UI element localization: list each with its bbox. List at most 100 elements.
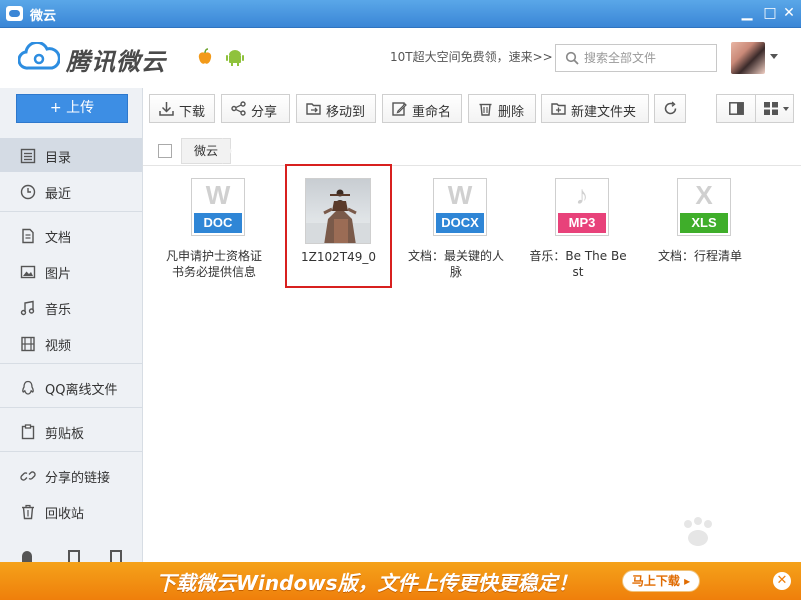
app-header: 腾讯微云 10T超大空间免费领，速来>> (0, 28, 801, 88)
sidebar-item-directory[interactable]: 目录 (0, 138, 142, 172)
file-name: 1Z102T49_0 (301, 250, 376, 264)
toolbar: 下载 分享 移动到 重命名 删除 新建文件夹 (143, 88, 801, 132)
baidu-watermark-icon (684, 517, 712, 546)
sidebar-item-label: 目录 (45, 151, 72, 166)
download-promo-banner: 下载微云Windows版，文件上传更快更稳定！ 马上下载 ▸ ✕ (0, 562, 801, 600)
close-icon[interactable]: ✕ (773, 572, 791, 590)
android-icon[interactable] (20, 550, 34, 562)
cloud-app-icon (6, 6, 23, 21)
breadcrumb-separator (222, 138, 232, 164)
download-button[interactable]: 下载 (149, 94, 215, 123)
sidebar-item-label: QQ离线文件 (45, 383, 118, 398)
select-all-checkbox[interactable] (158, 144, 172, 158)
android-icon[interactable] (226, 48, 244, 66)
download-icon (159, 102, 174, 116)
apple-icon[interactable] (196, 48, 214, 66)
file-name: 凡申请护士资格证书务必提供信息 (165, 249, 262, 279)
download-now-button[interactable]: 马上下载 ▸ (622, 570, 700, 592)
move-to-button[interactable]: 移动到 (296, 94, 376, 123)
share-label: 分享 (251, 105, 278, 120)
doc-file-icon: W DOC (191, 178, 245, 238)
sidebar-item-clipboard[interactable]: 剪贴板 (0, 414, 142, 448)
sidebar-item-label: 图片 (45, 267, 72, 282)
pencil-icon (392, 102, 407, 116)
rename-button[interactable]: 重命名 (382, 94, 462, 123)
file-name: 文档：行程清单 (657, 249, 742, 263)
new-folder-label: 新建文件夹 (571, 105, 637, 120)
file-name: 文档：最关键的人脉 (407, 249, 504, 279)
user-avatar[interactable] (731, 42, 765, 74)
photo-content (306, 189, 370, 243)
device-icons (0, 550, 142, 562)
minimize-button[interactable]: ▁ (736, 3, 758, 23)
delete-label: 删除 (498, 105, 525, 120)
window-title: 微云 (30, 9, 57, 24)
word-glyph: W (205, 180, 231, 210)
sidebar-item-images[interactable]: 图片 (0, 254, 142, 288)
music-icon (20, 300, 35, 316)
search-box[interactable] (555, 44, 717, 72)
music-note-icon: ♪ (575, 180, 589, 210)
free-space-promo-link[interactable]: 10T超大空间免费领，速来>> (390, 48, 553, 65)
close-button[interactable]: ✕ (778, 3, 800, 23)
move-to-label: 移动到 (326, 105, 366, 120)
title-bar: 微云 ▁ □ ✕ (0, 0, 801, 28)
sidebar: + 上传 目录 最近 文档 图片 音乐 视频 QQ离线文件 剪贴板 分享的链接 (0, 88, 143, 562)
sidebar-item-label: 分享的链接 (45, 471, 111, 486)
search-input[interactable] (584, 49, 712, 67)
chevron-down-icon[interactable] (770, 54, 778, 59)
upload-button[interactable]: + 上传 (16, 94, 128, 123)
sidebar-item-label: 文档 (45, 231, 72, 246)
link-icon (20, 471, 36, 481)
grid-view-icon[interactable] (764, 102, 778, 115)
divider (0, 363, 142, 364)
detail-panel-icon[interactable] (729, 102, 744, 115)
divider (0, 407, 142, 408)
search-icon (565, 51, 579, 65)
trash-icon (22, 504, 34, 520)
divider (0, 451, 142, 452)
document-icon (22, 228, 34, 244)
share-button[interactable]: 分享 (221, 94, 290, 123)
refresh-icon (664, 101, 677, 115)
file-name: 音乐：Be The Best (529, 249, 627, 279)
clipboard-icon (21, 424, 35, 440)
sidebar-item-shared-links[interactable]: 分享的链接 (0, 458, 142, 492)
new-folder-button[interactable]: 新建文件夹 (541, 94, 649, 123)
sidebar-item-label: 视频 (45, 339, 72, 354)
divider (755, 95, 756, 122)
sidebar-item-recent[interactable]: 最近 (0, 174, 142, 208)
rename-label: 重命名 (412, 105, 452, 120)
refresh-button[interactable] (654, 94, 686, 123)
move-folder-icon (306, 103, 321, 115)
clock-icon (20, 184, 36, 200)
sidebar-item-label: 剪贴板 (45, 427, 85, 442)
cloud-logo-icon (18, 42, 60, 70)
file-type-badge: MP3 (558, 213, 606, 233)
delete-button[interactable]: 删除 (468, 94, 536, 123)
word-glyph: W (447, 180, 473, 210)
image-thumbnail (305, 178, 371, 244)
list-icon (20, 148, 36, 164)
trash-icon (479, 103, 492, 116)
download-label: 下载 (179, 105, 206, 120)
sidebar-item-music[interactable]: 音乐 (0, 290, 142, 324)
excel-glyph: X (695, 180, 713, 210)
view-mode-switch (716, 94, 794, 123)
tablet-icon[interactable] (110, 550, 122, 562)
banner-text: 下载微云Windows版，文件上传更快更稳定！ (156, 571, 578, 595)
sidebar-item-label: 音乐 (45, 303, 72, 318)
mp3-file-icon: ♪ MP3 (555, 178, 609, 238)
sidebar-item-video[interactable]: 视频 (0, 326, 142, 360)
film-icon (21, 336, 35, 352)
selected-file-item[interactable]: 1Z102T49_0 (285, 164, 392, 288)
sidebar-item-qq-offline-files[interactable]: QQ离线文件 (0, 370, 142, 404)
qq-icon (22, 380, 34, 395)
file-type-badge: DOCX (436, 213, 484, 233)
sidebar-item-documents[interactable]: 文档 (0, 218, 142, 252)
xls-file-icon: X XLS (677, 178, 731, 238)
sidebar-item-recycle-bin[interactable]: 回收站 (0, 494, 142, 528)
chevron-down-icon[interactable] (783, 107, 789, 111)
phone-icon[interactable] (68, 550, 80, 562)
divider (0, 211, 142, 212)
